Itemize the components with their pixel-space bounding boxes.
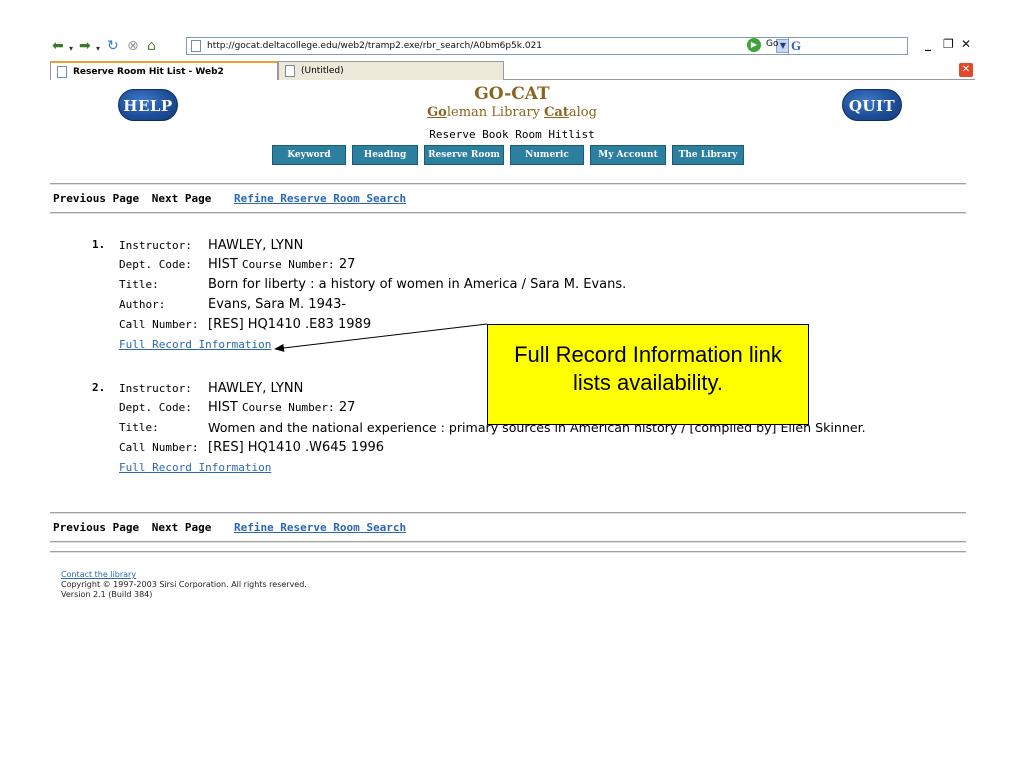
callout-line-2: lists availability. [573, 370, 723, 395]
version-text: Version 2.1 (Build 384) [61, 590, 153, 599]
divider [50, 541, 966, 543]
copyright-text: Copyright © 1997-2003 Sirsi Corporation.… [61, 580, 307, 589]
contact-library-link[interactable]: Contact the library [61, 570, 136, 579]
footer: Contact the library Copyright © 1997-200… [61, 570, 307, 600]
refine-search-link[interactable]: Refine Reserve Room Search [234, 521, 406, 534]
page-nav-bottom: Previous Page Next Page Refine Reserve R… [53, 521, 406, 534]
previous-page-link[interactable]: Previous Page [53, 521, 139, 534]
divider [50, 551, 966, 553]
callout-box: Full Record Information link lists avail… [487, 324, 809, 425]
next-page-link[interactable]: Next Page [152, 521, 212, 534]
divider [50, 512, 966, 514]
callout-line-1: Full Record Information link [514, 342, 782, 367]
